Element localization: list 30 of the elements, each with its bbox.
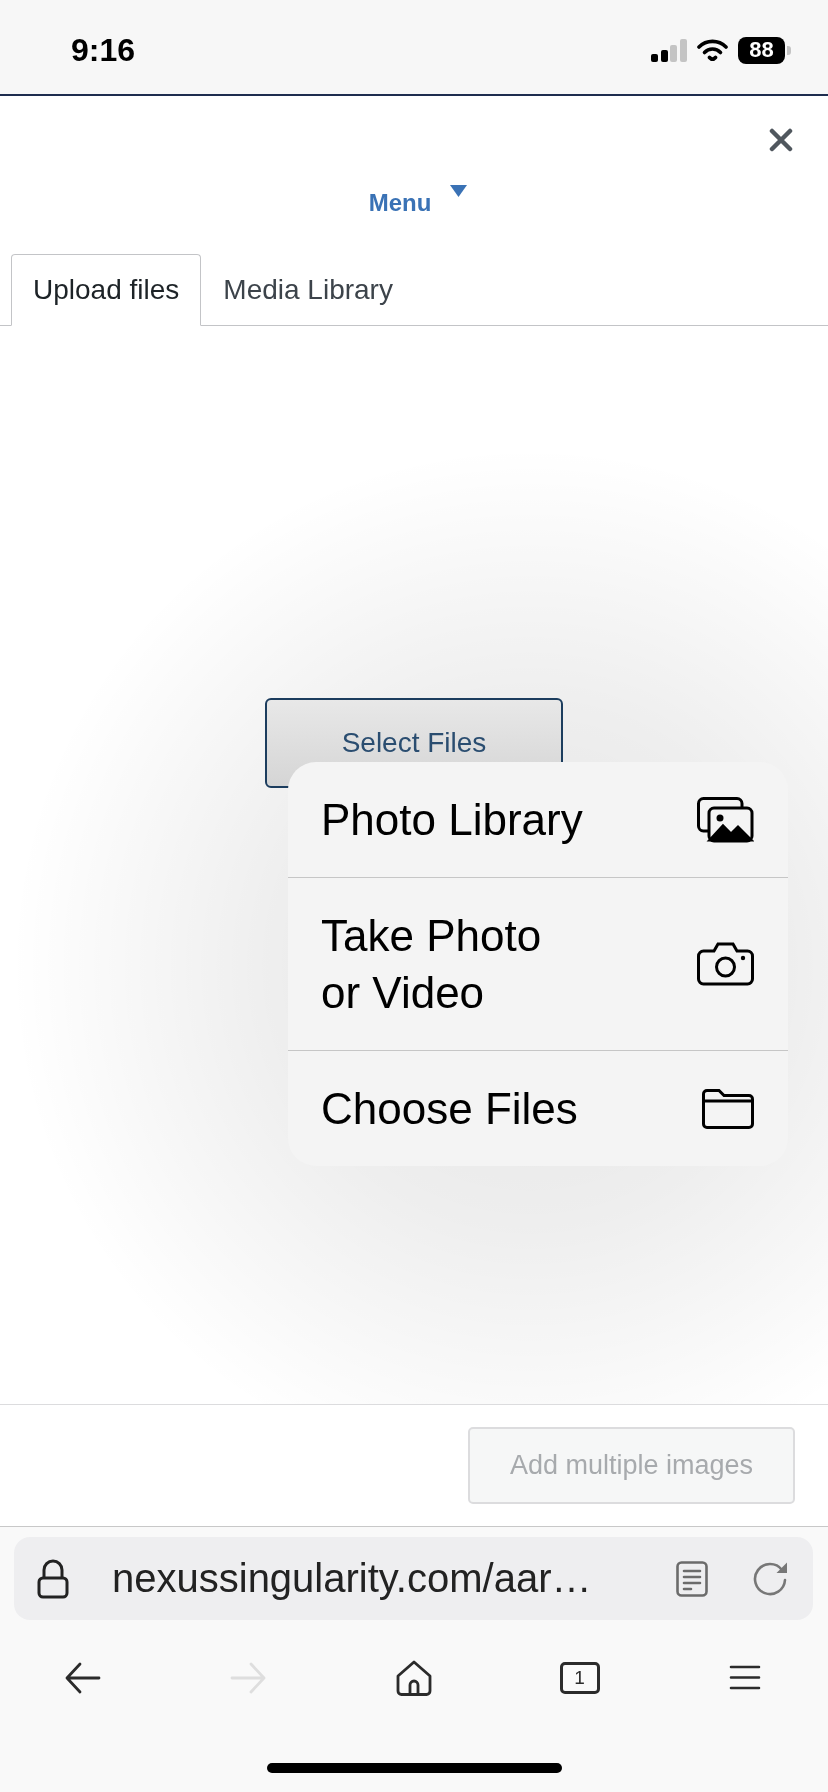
signal-icon (651, 38, 687, 62)
menu-dropdown[interactable]: Menu (368, 185, 468, 221)
close-button[interactable] (769, 128, 793, 152)
wifi-icon (697, 39, 728, 61)
arrow-right-icon (230, 1661, 267, 1694)
reload-button[interactable] (752, 1560, 788, 1597)
status-time: 9:16 (71, 31, 136, 69)
battery-percentage: 88 (738, 36, 785, 64)
tabs-button[interactable]: 1 (559, 1661, 600, 1694)
menu-button[interactable] (729, 1665, 762, 1690)
menu-item[interactable]: Choose Files (288, 1050, 788, 1166)
document-icon (676, 1560, 708, 1597)
tab[interactable]: Media Library (201, 254, 415, 326)
close-icon (769, 128, 793, 152)
lock-icon (37, 1558, 69, 1599)
home-icon (395, 1658, 433, 1697)
reload-icon (752, 1560, 788, 1597)
address-bar[interactable]: nexussingularity.com/aar… (14, 1537, 813, 1620)
camera-icon (697, 942, 754, 986)
reader-view-button[interactable] (676, 1560, 708, 1597)
caret-icon (450, 185, 468, 197)
tab[interactable]: Upload files (11, 254, 202, 326)
menu-icon (729, 1665, 762, 1690)
url-text[interactable]: nexussingularity.com/aar… (112, 1556, 676, 1601)
photos-icon (697, 796, 754, 843)
folder-icon (702, 1088, 754, 1129)
arrow-left-icon (64, 1661, 101, 1694)
home-button[interactable] (395, 1658, 433, 1697)
back-button[interactable] (64, 1661, 101, 1694)
menu-item[interactable]: Take Photo or Video (288, 877, 788, 1050)
